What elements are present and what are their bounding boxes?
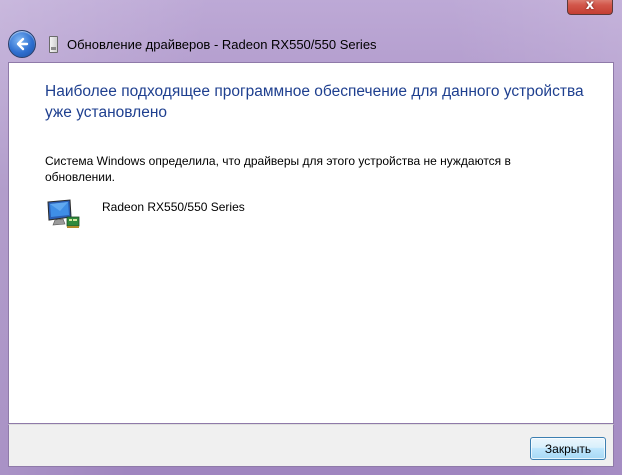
device-name: Radeon RX550/550 Series [102, 200, 245, 214]
device-icon [49, 35, 58, 53]
back-button[interactable] [8, 30, 36, 58]
title-bar: Обновление драйверов - Radeon RX550/550 … [8, 28, 612, 60]
window-title: Обновление драйверов - Radeon RX550/550 … [67, 36, 377, 52]
back-arrow-icon [16, 37, 29, 51]
content-panel: Наиболее подходящее программное обеспече… [8, 62, 614, 424]
window-close-button[interactable]: x [567, 0, 613, 15]
monitor-icon [47, 199, 80, 228]
close-button[interactable]: Закрыть [530, 437, 606, 460]
description-text: Система Windows определила, что драйверы… [45, 154, 511, 184]
close-icon: x [585, 0, 595, 13]
footer-bar: Закрыть [8, 424, 614, 467]
device-entry: Radeon RX550/550 Series [45, 197, 245, 233]
page-heading: Наиболее подходящее программное обеспече… [45, 83, 584, 121]
